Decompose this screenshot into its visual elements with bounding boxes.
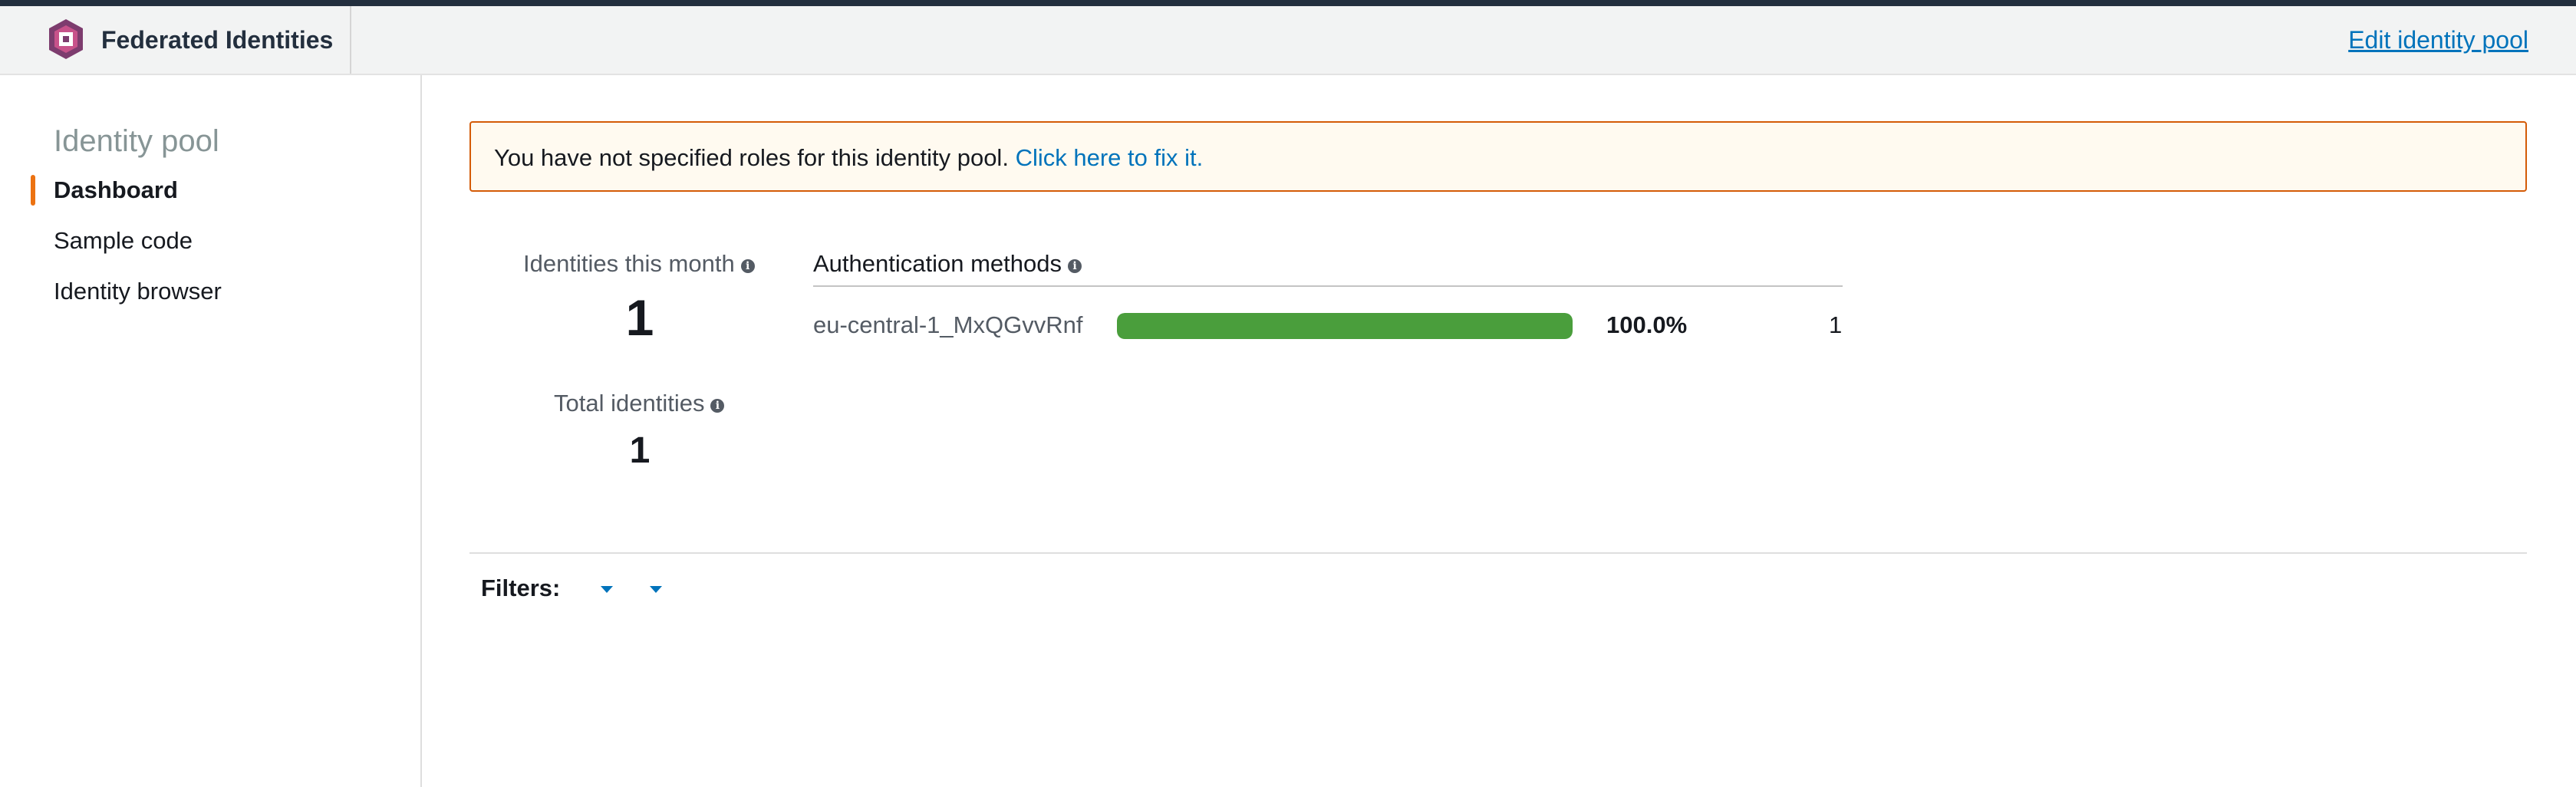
identities-this-month-value: 1 [625, 289, 654, 346]
identities-this-month-label-text: Identities this month [523, 250, 735, 277]
info-icon[interactable]: i [740, 259, 755, 273]
info-icon[interactable]: i [1068, 259, 1082, 273]
alert-message: You have not specified roles for this id… [494, 144, 1009, 171]
total-identities-value: 1 [629, 430, 651, 471]
identities-this-month-label: Identities this month i [523, 250, 755, 278]
auth-methods-title-text: Authentication methods [813, 250, 1062, 277]
missing-roles-alert: You have not specified roles for this id… [469, 121, 2527, 192]
auth-percent: 100.0% [1606, 311, 1688, 338]
edit-identity-pool-link[interactable]: Edit identity pool [2348, 26, 2528, 54]
section-divider [469, 552, 2527, 554]
auth-methods-title: Authentication methods i [813, 250, 1082, 278]
cognito-logo-icon [49, 19, 83, 59]
sidebar-item-sample-code[interactable]: Sample code [54, 227, 193, 255]
fix-roles-link[interactable]: Click here to fix it. [1016, 144, 1204, 171]
filters-label: Filters: [481, 575, 561, 601]
app-title: Federated Identities [101, 26, 334, 54]
sidebar-item-identity-browser[interactable]: Identity browser [54, 278, 222, 305]
auth-methods-header: Authentication methods i [813, 250, 1843, 287]
sidebar: Identity pool Dashboard Sample code Iden… [0, 75, 422, 787]
total-identities-label: Total identities i [554, 390, 725, 417]
top-strip [0, 0, 2576, 6]
alert-text: You have not specified roles for this id… [494, 144, 1203, 172]
sidebar-title: Identity pool [54, 124, 219, 158]
sidebar-item-dashboard[interactable]: Dashboard [54, 176, 178, 204]
auth-count: 1 [1829, 311, 1843, 338]
auth-provider-name: eu-central-1_MxQGvvRnf [813, 311, 1083, 338]
auth-progress-bar [1117, 313, 1573, 339]
filter-dropdown-2-chevron-down-icon[interactable] [650, 586, 662, 593]
info-icon[interactable]: i [710, 399, 725, 413]
page-header: Federated Identities Edit identity pool [0, 6, 2576, 75]
total-identities-label-text: Total identities [554, 390, 705, 417]
filter-dropdown-1-chevron-down-icon[interactable] [601, 586, 613, 593]
active-nav-indicator [31, 175, 35, 206]
auth-progress-fill [1117, 313, 1573, 339]
brand: Federated Identities [0, 6, 351, 74]
